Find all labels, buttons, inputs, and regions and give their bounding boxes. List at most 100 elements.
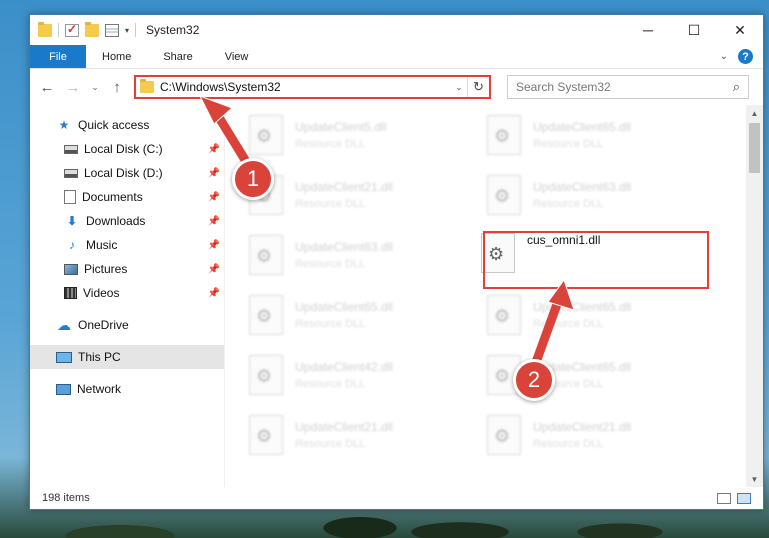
forward-button[interactable]: → bbox=[62, 76, 84, 98]
callout-step-1: 1 bbox=[232, 158, 274, 200]
properties-icon[interactable] bbox=[105, 23, 119, 37]
file-type: Resource DLL bbox=[533, 318, 604, 330]
sidebar-item-label: Local Disk (D:) bbox=[84, 166, 163, 180]
dll-file-icon bbox=[487, 115, 521, 155]
file-name: UpdateClient21.dll bbox=[533, 420, 632, 434]
disk-icon bbox=[64, 144, 78, 154]
minimize-button[interactable]: ─ bbox=[625, 15, 671, 45]
tab-view[interactable]: View bbox=[209, 45, 265, 68]
properties-check-icon[interactable] bbox=[65, 22, 79, 37]
file-type: Resource DLL bbox=[295, 318, 366, 330]
file-name: UpdateClient21.dll bbox=[295, 420, 394, 434]
window-title: System32 bbox=[146, 23, 200, 37]
pin-icon: 📌 bbox=[207, 287, 220, 299]
refresh-button[interactable]: ↻ bbox=[467, 77, 489, 97]
expand-ribbon-chevron-icon[interactable]: ⌄ bbox=[720, 51, 728, 62]
sidebar-item-downloads[interactable]: ⬇ Downloads 📌 bbox=[30, 209, 224, 233]
dll-file-icon bbox=[249, 415, 283, 455]
file-item[interactable]: UpdateClient63.dll Resource DLL bbox=[463, 169, 683, 221]
file-type: Resource DLL bbox=[295, 258, 366, 270]
large-icons-view-icon[interactable] bbox=[737, 492, 751, 504]
sidebar-item-pictures[interactable]: Pictures 📌 bbox=[30, 257, 224, 281]
file-name: UpdateClient65.dll bbox=[533, 300, 632, 314]
sidebar-item-network[interactable]: Network bbox=[30, 377, 224, 401]
navigation-pane: ★ Quick access Local Disk (C:) 📌 Local D… bbox=[30, 105, 225, 487]
status-bar: 198 items bbox=[30, 487, 763, 509]
file-item[interactable]: UpdateClient65.dll Resource DLL bbox=[463, 349, 683, 401]
new-folder-icon[interactable] bbox=[85, 21, 99, 37]
sidebar-item-local-disk-d[interactable]: Local Disk (D:) 📌 bbox=[30, 161, 224, 185]
disk-icon bbox=[64, 168, 78, 178]
file-item[interactable]: UpdateClient21.dll Resource DLL bbox=[463, 409, 683, 461]
dll-file-icon bbox=[249, 355, 283, 395]
tab-file[interactable]: File bbox=[30, 45, 86, 68]
file-item[interactable]: UpdateClient5.dll Resource DLL bbox=[225, 109, 445, 161]
help-button[interactable]: ? bbox=[738, 49, 753, 64]
sidebar-item-label: Music bbox=[86, 238, 118, 252]
tab-home[interactable]: Home bbox=[86, 45, 147, 68]
download-icon: ⬇ bbox=[66, 214, 78, 228]
file-item[interactable]: UpdateClient42.dll Resource DLL bbox=[225, 349, 445, 401]
view-switcher bbox=[717, 492, 763, 504]
title-bar: ▾ System32 ─ ☐ ✕ bbox=[30, 15, 763, 45]
back-button[interactable]: ← bbox=[36, 76, 58, 98]
sidebar-item-music[interactable]: ♪ Music 📌 bbox=[30, 233, 224, 257]
ribbon-tabs: File Home Share View ⌄ ? bbox=[30, 45, 763, 69]
documents-icon bbox=[64, 190, 76, 204]
pin-icon: 📌 bbox=[207, 191, 220, 203]
file-item[interactable]: UpdateClient65.dll Resource DLL bbox=[463, 289, 683, 341]
search-input[interactable]: Search System32 bbox=[516, 80, 733, 94]
file-item[interactable]: UpdateClient21.dll Resource DLL bbox=[225, 409, 445, 461]
file-name: UpdateClient42.dll bbox=[295, 360, 394, 374]
vertical-scrollbar[interactable]: ▲ ▼ bbox=[746, 105, 763, 487]
sidebar-item-label: Videos bbox=[83, 286, 120, 300]
scroll-thumb[interactable] bbox=[749, 123, 760, 173]
file-item[interactable]: UpdateClient65.dll Resource DLL bbox=[225, 289, 445, 341]
sidebar-item-onedrive[interactable]: ☁ OneDrive bbox=[30, 313, 224, 337]
recent-locations-button[interactable]: ⌄ bbox=[88, 76, 102, 98]
file-highlight-box bbox=[483, 231, 709, 289]
sidebar-item-videos[interactable]: Videos 📌 bbox=[30, 281, 224, 305]
sidebar-item-label: This PC bbox=[78, 350, 121, 364]
folder-icon bbox=[140, 79, 154, 93]
file-type: Resource DLL bbox=[295, 198, 366, 210]
up-button[interactable]: ↑ bbox=[106, 76, 128, 98]
file-type: Resource DLL bbox=[533, 438, 604, 450]
file-name: UpdateClient65.dll bbox=[295, 300, 394, 314]
sidebar-item-local-disk-c[interactable]: Local Disk (C:) 📌 bbox=[30, 137, 224, 161]
file-item[interactable]: UpdateClient63.dll Resource DLL bbox=[225, 229, 445, 281]
search-icon[interactable]: ⌕ bbox=[733, 79, 740, 95]
file-name: UpdateClient65.dll bbox=[533, 120, 632, 134]
close-button[interactable]: ✕ bbox=[717, 15, 763, 45]
search-box[interactable]: Search System32 ⌕ bbox=[507, 75, 749, 99]
pin-icon: 📌 bbox=[207, 215, 220, 227]
star-icon: ★ bbox=[58, 118, 70, 132]
window-controls: ─ ☐ ✕ bbox=[625, 15, 763, 45]
details-view-icon[interactable] bbox=[717, 492, 731, 504]
address-dropdown-icon[interactable]: ⌄ bbox=[451, 82, 467, 93]
sidebar-item-documents[interactable]: Documents 📌 bbox=[30, 185, 224, 209]
file-name: UpdateClient63.dll bbox=[295, 240, 394, 254]
folder-icon bbox=[38, 21, 52, 37]
dll-file-icon bbox=[487, 175, 521, 215]
file-item[interactable]: UpdateClient65.dll Resource DLL bbox=[463, 109, 683, 161]
dll-file-icon bbox=[249, 295, 283, 335]
file-type: Resource DLL bbox=[295, 138, 366, 150]
customize-toolbar-arrow-icon[interactable]: ▾ bbox=[125, 26, 129, 35]
sidebar-item-this-pc[interactable]: This PC bbox=[30, 345, 224, 369]
tab-share[interactable]: Share bbox=[147, 45, 208, 68]
file-type: Resource DLL bbox=[533, 198, 604, 210]
maximize-button[interactable]: ☐ bbox=[671, 15, 717, 45]
file-name: UpdateClient21.dll bbox=[295, 180, 394, 194]
address-path[interactable]: C:\Windows\System32 bbox=[160, 80, 451, 94]
sidebar-item-quick-access[interactable]: ★ Quick access bbox=[30, 113, 224, 137]
address-bar[interactable]: C:\Windows\System32 ⌄ ↻ bbox=[134, 75, 491, 99]
navigation-bar: ← → ⌄ ↑ C:\Windows\System32 ⌄ ↻ Search S… bbox=[30, 69, 763, 105]
scroll-down-arrow-icon[interactable]: ▼ bbox=[746, 471, 763, 487]
pin-icon: 📌 bbox=[207, 167, 220, 179]
scroll-up-arrow-icon[interactable]: ▲ bbox=[746, 105, 763, 121]
dll-file-icon bbox=[249, 235, 283, 275]
pictures-icon bbox=[64, 263, 78, 275]
